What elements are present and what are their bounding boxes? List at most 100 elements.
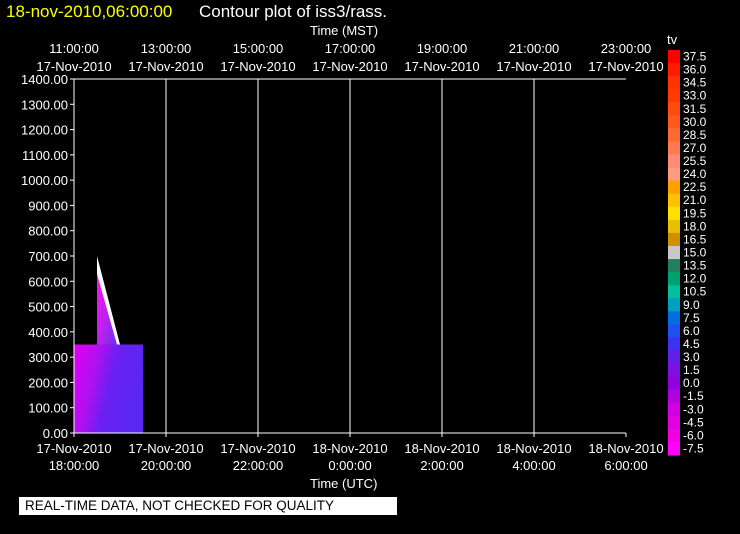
bottom-x-tick-time: 6:00:00 <box>604 458 647 473</box>
bottom-x-tick-date: 17-Nov-2010 <box>36 441 111 456</box>
colorbar-swatch <box>668 311 680 325</box>
y-tick-label: 1400.00 <box>21 72 68 87</box>
top-x-tick-date: 17-Nov-2010 <box>128 59 203 74</box>
y-tick-label: 700.00 <box>28 249 68 264</box>
colorbar-level-label: 13.5 <box>683 259 707 273</box>
bottom-x-tick-date: 18-Nov-2010 <box>404 441 479 456</box>
colorbar-swatch <box>668 167 680 182</box>
top-x-tick-time: 11:00:00 <box>49 41 99 56</box>
top-x-tick-date: 17-Nov-2010 <box>36 59 111 74</box>
colorbar-level-label: 21.0 <box>683 193 707 207</box>
colorbar-level-label: 33.0 <box>683 89 707 103</box>
bottom-x-tick-time: 20:00:00 <box>141 458 192 473</box>
colorbar-swatch <box>668 272 680 286</box>
y-tick-label: 200.00 <box>28 375 68 390</box>
colorbar-level-label: 30.0 <box>683 115 707 129</box>
colorbar-level-label: 9.0 <box>683 298 700 312</box>
colorbar-level-label: 31.5 <box>683 102 707 116</box>
contour-block <box>74 344 143 433</box>
top-x-tick-date: 17-Nov-2010 <box>496 59 571 74</box>
grid-lines <box>74 78 626 433</box>
y-tick-label: 100.00 <box>28 401 68 416</box>
bottom-x-tick-time: 22:00:00 <box>233 458 284 473</box>
bottom-x-tick-time: 4:00:00 <box>512 458 555 473</box>
colorbar-level-label: -1.5 <box>683 389 704 403</box>
colorbar-level-label: 27.0 <box>683 141 707 155</box>
colorbar-level-label: 37.5 <box>683 50 707 64</box>
bottom-x-axis-ticks: 17-Nov-2010 18:00:00 17-Nov-2010 20:00:00 17… <box>36 433 664 473</box>
y-tick-label: 1100.00 <box>22 148 68 163</box>
y-axis-ticks: 0.00 100.00 200.00 300.00 400.00 500.00 600.00… <box>21 72 74 441</box>
colorbar-level-label: -4.5 <box>683 415 704 429</box>
y-tick-label: 1300.00 <box>21 97 68 112</box>
colorbar-swatch <box>668 376 680 391</box>
bottom-x-tick-date: 18-Nov-2010 <box>588 441 663 456</box>
colorbar-swatch <box>668 232 680 247</box>
y-tick-label: 0.00 <box>43 426 68 441</box>
colorbar-level-label: 15.0 <box>683 246 707 260</box>
top-x-tick-date: 17-Nov-2010 <box>588 59 663 74</box>
colorbar-level-label: 16.5 <box>683 232 707 246</box>
colorbar-level-label: 22.5 <box>683 180 707 194</box>
colorbar-level-label: 0.0 <box>683 376 700 390</box>
bottom-x-tick-time: 18:00:00 <box>49 458 100 473</box>
colorbar-level-label: 24.0 <box>683 167 707 181</box>
colorbar-swatch <box>668 180 680 195</box>
y-tick-label: 800.00 <box>28 224 68 239</box>
quality-note: REAL-TIME DATA, NOT CHECKED FOR QUALITY <box>19 497 397 515</box>
bottom-x-tick-date: 17-Nov-2010 <box>128 441 203 456</box>
colorbar-level-label: 10.5 <box>683 285 707 299</box>
colorbar-level-label: 7.5 <box>683 311 700 325</box>
top-x-tick-time: 13:00:00 <box>141 41 192 56</box>
colorbar-swatch <box>668 441 680 456</box>
colorbar-swatch <box>668 193 680 208</box>
colorbar-swatch <box>668 415 680 430</box>
colorbar-swatch <box>668 50 680 64</box>
y-tick-label: 300.00 <box>28 350 68 365</box>
top-x-tick-date: 17-Nov-2010 <box>404 59 479 74</box>
y-tick-label: 1200.00 <box>21 123 68 138</box>
y-tick-label: 500.00 <box>28 300 68 315</box>
contour-fill <box>74 256 143 433</box>
colorbar-level-label: 4.5 <box>683 337 700 351</box>
colorbar-level-label: 34.5 <box>683 76 707 90</box>
colorbar-swatch <box>668 350 680 365</box>
bottom-x-tick-date: 18-Nov-2010 <box>496 441 571 456</box>
colorbar-level-label: 28.5 <box>683 128 707 142</box>
colorbar-level-label: 12.0 <box>683 272 707 286</box>
colorbar-swatch <box>668 141 680 156</box>
colorbar-swatch <box>668 245 680 260</box>
colorbar-level-label: 36.0 <box>683 63 707 77</box>
contour-chart: 0.00 100.00 200.00 300.00 400.00 500.00 600.00… <box>21 41 707 473</box>
top-x-tick-time: 17:00:00 <box>325 41 376 56</box>
top-x-tick-time: 15:00:00 <box>233 41 284 56</box>
colorbar: 37.536.034.533.031.530.028.527.025.524.0… <box>668 50 707 456</box>
bottom-axis-label: Time (UTC) <box>310 476 378 491</box>
colorbar-swatch <box>668 298 680 312</box>
colorbar-swatch <box>668 115 680 129</box>
bottom-x-tick-time: 0:00:00 <box>328 458 371 473</box>
colorbar-swatch <box>668 428 680 443</box>
colorbar-swatch <box>668 89 680 103</box>
top-x-axis-ticks: 11:00:00 17-Nov-2010 13:00:00 17-Nov-2010 15… <box>36 41 663 74</box>
top-x-tick-time: 21:00:00 <box>509 41 560 56</box>
colorbar-swatch <box>668 402 680 417</box>
y-tick-label: 600.00 <box>28 274 68 289</box>
colorbar-swatch <box>668 154 680 169</box>
colorbar-swatch <box>668 76 680 90</box>
colorbar-swatch <box>668 63 680 77</box>
top-x-tick-date: 17-Nov-2010 <box>220 59 295 74</box>
y-tick-label: 1000.00 <box>21 173 68 188</box>
colorbar-level-label: 1.5 <box>683 363 700 377</box>
bottom-x-tick-date: 17-Nov-2010 <box>220 441 295 456</box>
bottom-x-tick-date: 18-Nov-2010 <box>312 441 387 456</box>
colorbar-swatch <box>668 219 680 234</box>
colorbar-swatch <box>668 128 680 142</box>
colorbar-level-label: 25.5 <box>683 154 707 168</box>
colorbar-swatch <box>668 363 680 378</box>
colorbar-swatch <box>668 389 680 404</box>
colorbar-swatch <box>668 324 680 338</box>
colorbar-swatch <box>668 285 680 299</box>
colorbar-level-label: -3.0 <box>683 402 704 416</box>
colorbar-swatch <box>668 102 680 116</box>
